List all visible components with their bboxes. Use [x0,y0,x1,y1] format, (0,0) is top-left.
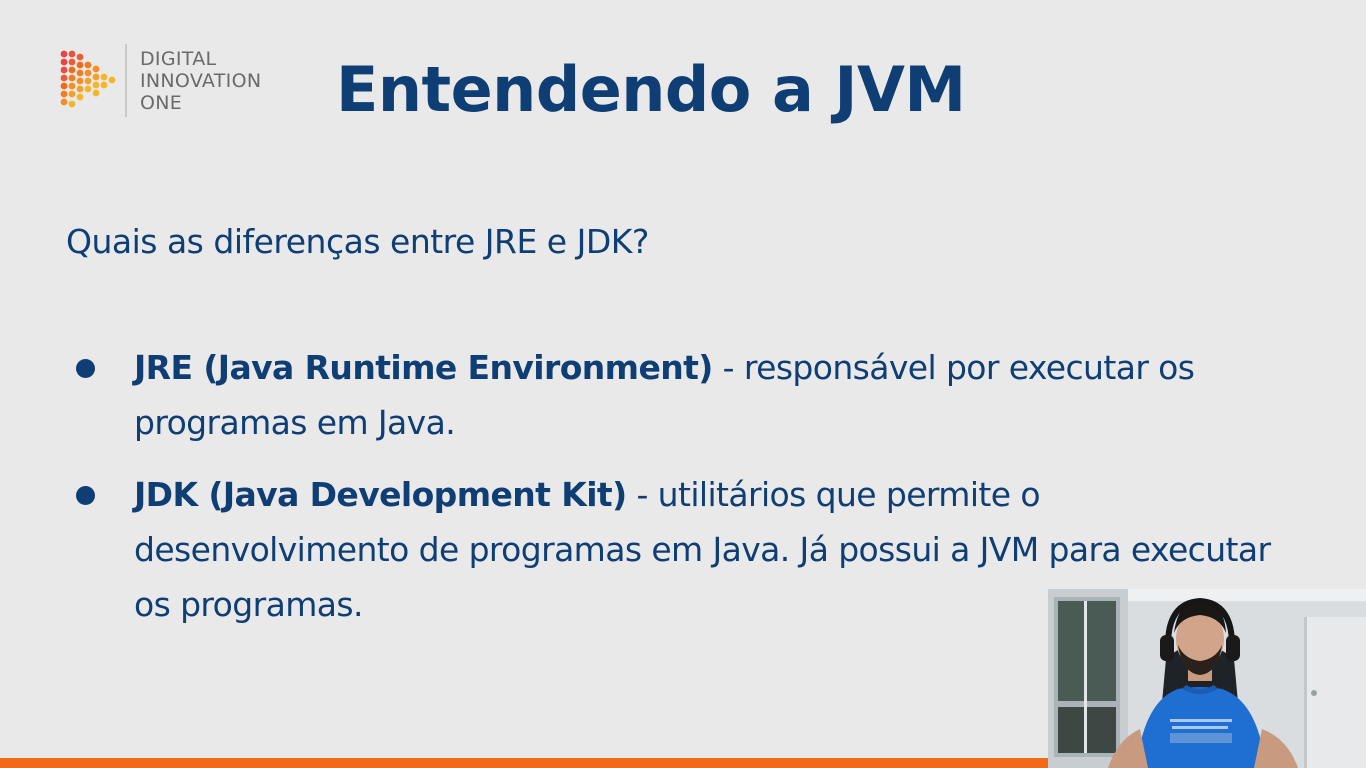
bullet-term: JRE (Java Runtime Environment) [134,348,713,387]
logo-divider [125,44,127,117]
bullet-jre: JRE (Java Runtime Environment) - respons… [0,340,1284,450]
bullet-dot-icon [76,486,95,505]
brand-line-1: DIGITAL [140,48,217,70]
slide-question: Quais as diferenças entre JRE e JDK? [66,222,649,261]
webcam-overlay [1048,589,1366,768]
play-logo-icon [60,50,116,108]
brand-name: DIGITAL INNOVATION ONE [140,48,261,114]
brand-line-3: ONE [140,92,183,114]
bullet-term: JDK (Java Development Kit) [134,475,627,514]
brand-logo: DIGITAL INNOVATION ONE [58,44,298,119]
presenter-video-icon [1048,589,1366,768]
slide-title: Entendendo a JVM [336,53,966,126]
bullet-dot-icon [76,359,95,378]
brand-line-2: INNOVATION [140,70,262,92]
